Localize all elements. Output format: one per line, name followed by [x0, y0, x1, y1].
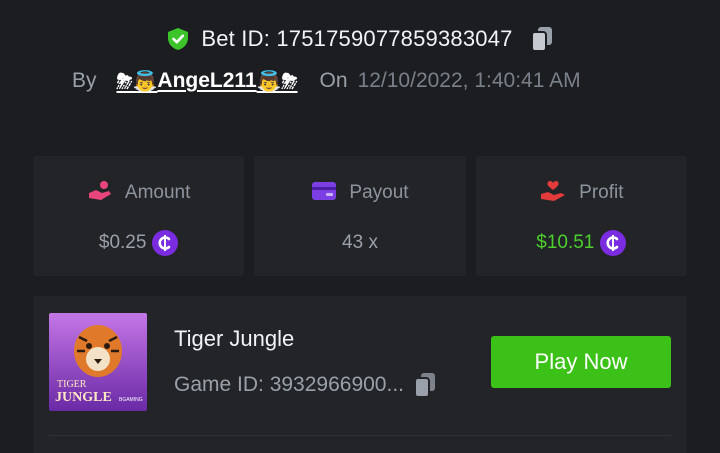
by-label: By: [72, 69, 97, 92]
copy-game-id-icon[interactable]: [412, 371, 438, 399]
stat-payout-value: 43 x: [342, 232, 378, 253]
coin-icon: [600, 230, 627, 256]
play-now-button[interactable]: Play Now: [491, 336, 671, 388]
bet-meta-row: By ⛈👼 AngeL211 👼⛈ On 12/10/2022, 1:40:41…: [72, 64, 581, 98]
thumb-text-3: BGAMING: [119, 397, 143, 403]
username-text: AngeL211: [157, 69, 257, 92]
hand-heart-icon: [539, 179, 567, 208]
game-id-row: Game ID: 3932966900...: [174, 371, 438, 399]
stat-amount-label: Amount: [124, 182, 191, 203]
user-suffix-emoji: 👼⛈: [256, 70, 298, 93]
user-prefix-emoji: ⛈👼: [116, 70, 158, 93]
stat-amount: Amount $0.25: [33, 156, 245, 276]
bet-date: 12/10/2022, 1:40:41 AM: [357, 69, 581, 92]
game-card: TIGER JUNGLE BGAMING Tiger Jungle Game I…: [33, 296, 687, 453]
bet-id-row: Bet ID: 1751759077859383047: [0, 22, 720, 56]
divider: [49, 435, 671, 436]
bet-detail-page: Bet ID: 1751759077859383047 By ⛈👼 AngeL2…: [0, 0, 720, 453]
stat-payout: Payout 43 x: [254, 156, 466, 276]
game-thumbnail[interactable]: TIGER JUNGLE BGAMING: [49, 313, 147, 411]
username-link[interactable]: ⛈👼 AngeL211 👼⛈: [117, 69, 298, 94]
stat-profit-label: Profit: [579, 182, 624, 203]
bet-stats: Amount $0.25 Payout 43 x Profit $10.51: [33, 156, 687, 276]
hand-coins-icon: [87, 179, 113, 208]
stat-payout-label: Payout: [349, 182, 409, 203]
stat-amount-value: $0.25: [98, 232, 147, 253]
coin-icon: [152, 230, 179, 256]
game-title[interactable]: Tiger Jungle: [174, 326, 294, 352]
on-label: On: [319, 69, 348, 92]
stat-profit: Profit $10.51: [475, 156, 687, 276]
copy-bet-id-icon[interactable]: [529, 25, 555, 53]
thumb-text-1: TIGER: [57, 379, 87, 390]
verified-shield-icon: [165, 26, 191, 52]
thumb-text-2: JUNGLE: [55, 390, 112, 405]
game-id-text: Game ID: 3932966900...: [174, 373, 404, 396]
card-icon: [311, 180, 337, 207]
bet-id-text: Bet ID: 1751759077859383047: [201, 26, 513, 51]
stat-profit-value: $10.51: [536, 232, 595, 253]
